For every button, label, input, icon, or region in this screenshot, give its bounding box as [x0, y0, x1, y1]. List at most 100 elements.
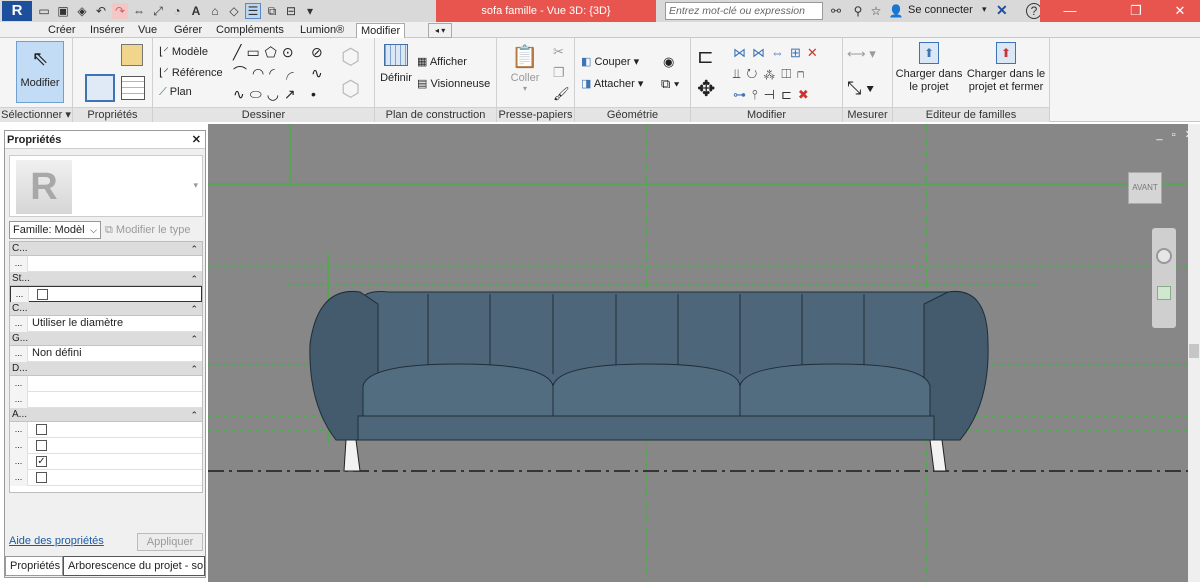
- close-hidden-icon[interactable]: ⧉: [264, 3, 280, 19]
- property-checkbox[interactable]: [36, 472, 47, 483]
- restore-icon[interactable]: ❐: [1116, 0, 1156, 22]
- property-group[interactable]: A... ⌃: [10, 408, 202, 422]
- arc-center-icon[interactable]: ◠: [252, 65, 269, 81]
- apply-button[interactable]: Appliquer: [137, 533, 203, 551]
- measure-distance-icon[interactable]: ⟷ ▾: [847, 46, 876, 62]
- match-properties-icon[interactable]: 🖌: [553, 86, 570, 102]
- edit-type-button[interactable]: ⧉ Modifier le type: [105, 221, 191, 239]
- draw-model-button[interactable]: ⌊⸍ Modèle: [159, 44, 208, 59]
- sync-icon[interactable]: ◈: [74, 3, 90, 19]
- copy-move-icon[interactable]: ⇔: [771, 45, 790, 60]
- tab-gerer[interactable]: Gérer: [174, 23, 202, 38]
- qat-dropdown-icon[interactable]: ▾: [302, 3, 318, 19]
- property-row[interactable]: ...: [10, 470, 202, 486]
- undo-icon[interactable]: ↶: [93, 3, 109, 19]
- property-checkbox[interactable]: [36, 424, 47, 435]
- family-dropdown[interactable]: Famille: Modèl ⌵: [9, 221, 101, 239]
- vertical-scrollbar[interactable]: [1188, 124, 1200, 582]
- type-properties-icon[interactable]: [121, 44, 143, 66]
- dimension-icon[interactable]: ⤢: [150, 3, 166, 19]
- property-row[interactable]: ...: [10, 422, 202, 438]
- close-icon[interactable]: ✕: [1160, 0, 1200, 22]
- tab-creer[interactable]: Créer: [48, 23, 76, 38]
- ribbon-minimize-icon[interactable]: ◂ ▾: [428, 23, 453, 38]
- ellipse-icon[interactable]: ⬭: [250, 86, 267, 102]
- draw-plane-button[interactable]: ⟋ Plan: [159, 86, 192, 99]
- app-menu-button[interactable]: R: [2, 1, 32, 21]
- define-workplane-button[interactable]: Définir: [379, 44, 413, 84]
- sofa-3d-model[interactable]: [208, 124, 1200, 582]
- tab-modifier[interactable]: Modifier: [356, 23, 406, 38]
- restore-view-icon[interactable]: ▫: [1172, 129, 1176, 141]
- line-icon[interactable]: ╱: [233, 44, 246, 60]
- move-icon[interactable]: ✥: [697, 76, 715, 102]
- arc-icon[interactable]: ⌒: [233, 65, 252, 81]
- property-row[interactable]: ...: [10, 286, 202, 303]
- minimize-icon[interactable]: —: [1050, 0, 1090, 22]
- close-icon[interactable]: ✕: [192, 131, 201, 149]
- binoculars-icon[interactable]: ⚯: [828, 3, 844, 19]
- align-icon[interactable]: ⊏: [697, 44, 714, 69]
- thin-lines-icon[interactable]: ☰: [245, 3, 261, 19]
- circle-icon[interactable]: ⊘: [311, 44, 323, 60]
- tag-icon[interactable]: ◔: [169, 3, 185, 19]
- tab-complements[interactable]: Compléments: [216, 23, 284, 38]
- sign-in-link[interactable]: Se connecter: [908, 4, 973, 16]
- paste-button[interactable]: 📋 Coller ▾: [505, 44, 545, 93]
- property-checkbox[interactable]: [36, 440, 47, 451]
- property-group[interactable]: D... ⌃: [10, 362, 202, 376]
- property-checkbox[interactable]: [37, 289, 48, 300]
- dropdown-icon[interactable]: ∿: [311, 65, 323, 81]
- drawing-area-3d-view[interactable]: _ ▫ ✕ AVANT: [208, 124, 1200, 582]
- scale-icon[interactable]: ◫: [781, 66, 797, 81]
- sign-in-dropdown-icon[interactable]: ▾: [982, 4, 987, 15]
- property-group[interactable]: C... ⌃: [10, 242, 202, 256]
- aligned-dimension-icon[interactable]: ⤡ ▾: [847, 78, 874, 99]
- property-row[interactable]: ... Non défini: [10, 346, 202, 362]
- fillet-icon[interactable]: ╭: [280, 65, 299, 81]
- circle-polygon-icon[interactable]: ⊙: [282, 44, 299, 60]
- property-row[interactable]: ... ✓: [10, 454, 202, 470]
- tab-inserer[interactable]: Insérer: [90, 23, 124, 38]
- split-icon[interactable]: ⫯: [752, 87, 764, 102]
- pin-icon[interactable]: ⊓: [797, 66, 810, 81]
- trim-icon[interactable]: ⊞: [790, 45, 807, 60]
- user-icon[interactable]: 👤: [888, 3, 904, 19]
- trim-extend-icon[interactable]: ⊶: [733, 87, 752, 102]
- tab-project-browser[interactable]: Arborescence du projet - so...: [63, 556, 205, 576]
- unpin-icon[interactable]: ✕: [807, 45, 824, 60]
- property-row[interactable]: ...: [10, 438, 202, 454]
- property-group[interactable]: G... ⌃: [10, 332, 202, 346]
- delete-icon[interactable]: ✖: [798, 87, 815, 102]
- property-checkbox-checked[interactable]: ✓: [36, 456, 47, 467]
- viewer-button[interactable]: ▤ Visionneuse: [417, 77, 490, 90]
- load-and-close-button[interactable]: ⬆ Charger dans le projet et fermer: [963, 42, 1049, 94]
- partial-ellipse-icon[interactable]: ◡: [267, 86, 284, 102]
- property-row[interactable]: ...: [10, 392, 202, 408]
- property-row[interactable]: ...: [10, 256, 202, 272]
- property-row[interactable]: ...: [10, 376, 202, 392]
- property-row[interactable]: ... Utiliser le diamètre: [10, 316, 202, 332]
- join-geometry-button[interactable]: ◨ Attacher ▾: [581, 77, 643, 90]
- visibility-icon[interactable]: ⬡: [341, 44, 369, 72]
- tab-properties[interactable]: Propriétés: [5, 556, 63, 576]
- rotate-icon[interactable]: ↻: [746, 66, 763, 81]
- pick-line-icon[interactable]: ↗: [284, 86, 301, 102]
- text-icon[interactable]: A: [188, 3, 204, 19]
- property-group[interactable]: St... ⌃: [10, 272, 202, 286]
- draw-reference-button[interactable]: ⌊⸍ Référence: [159, 65, 223, 80]
- point-icon[interactable]: •: [311, 86, 316, 102]
- tab-lumion[interactable]: Lumion®: [300, 23, 344, 38]
- properties-help-link[interactable]: Aide des propriétés: [9, 535, 104, 547]
- open-icon[interactable]: ▭: [36, 3, 52, 19]
- properties-toggle-icon[interactable]: [85, 74, 115, 102]
- minimize-view-icon[interactable]: _: [1156, 129, 1162, 141]
- subscription-icon[interactable]: ⚲: [850, 3, 866, 19]
- arc-tangent-icon[interactable]: ◜: [269, 65, 279, 81]
- zoom-icon[interactable]: [1157, 286, 1171, 300]
- type-selector[interactable]: R ▾: [9, 155, 203, 217]
- polygon-icon[interactable]: ⬠: [265, 44, 282, 60]
- split-gap-icon[interactable]: ⊏: [781, 87, 798, 102]
- exchange-icon[interactable]: ✕: [996, 2, 1008, 19]
- 3d-view-icon[interactable]: ⌂: [207, 3, 223, 19]
